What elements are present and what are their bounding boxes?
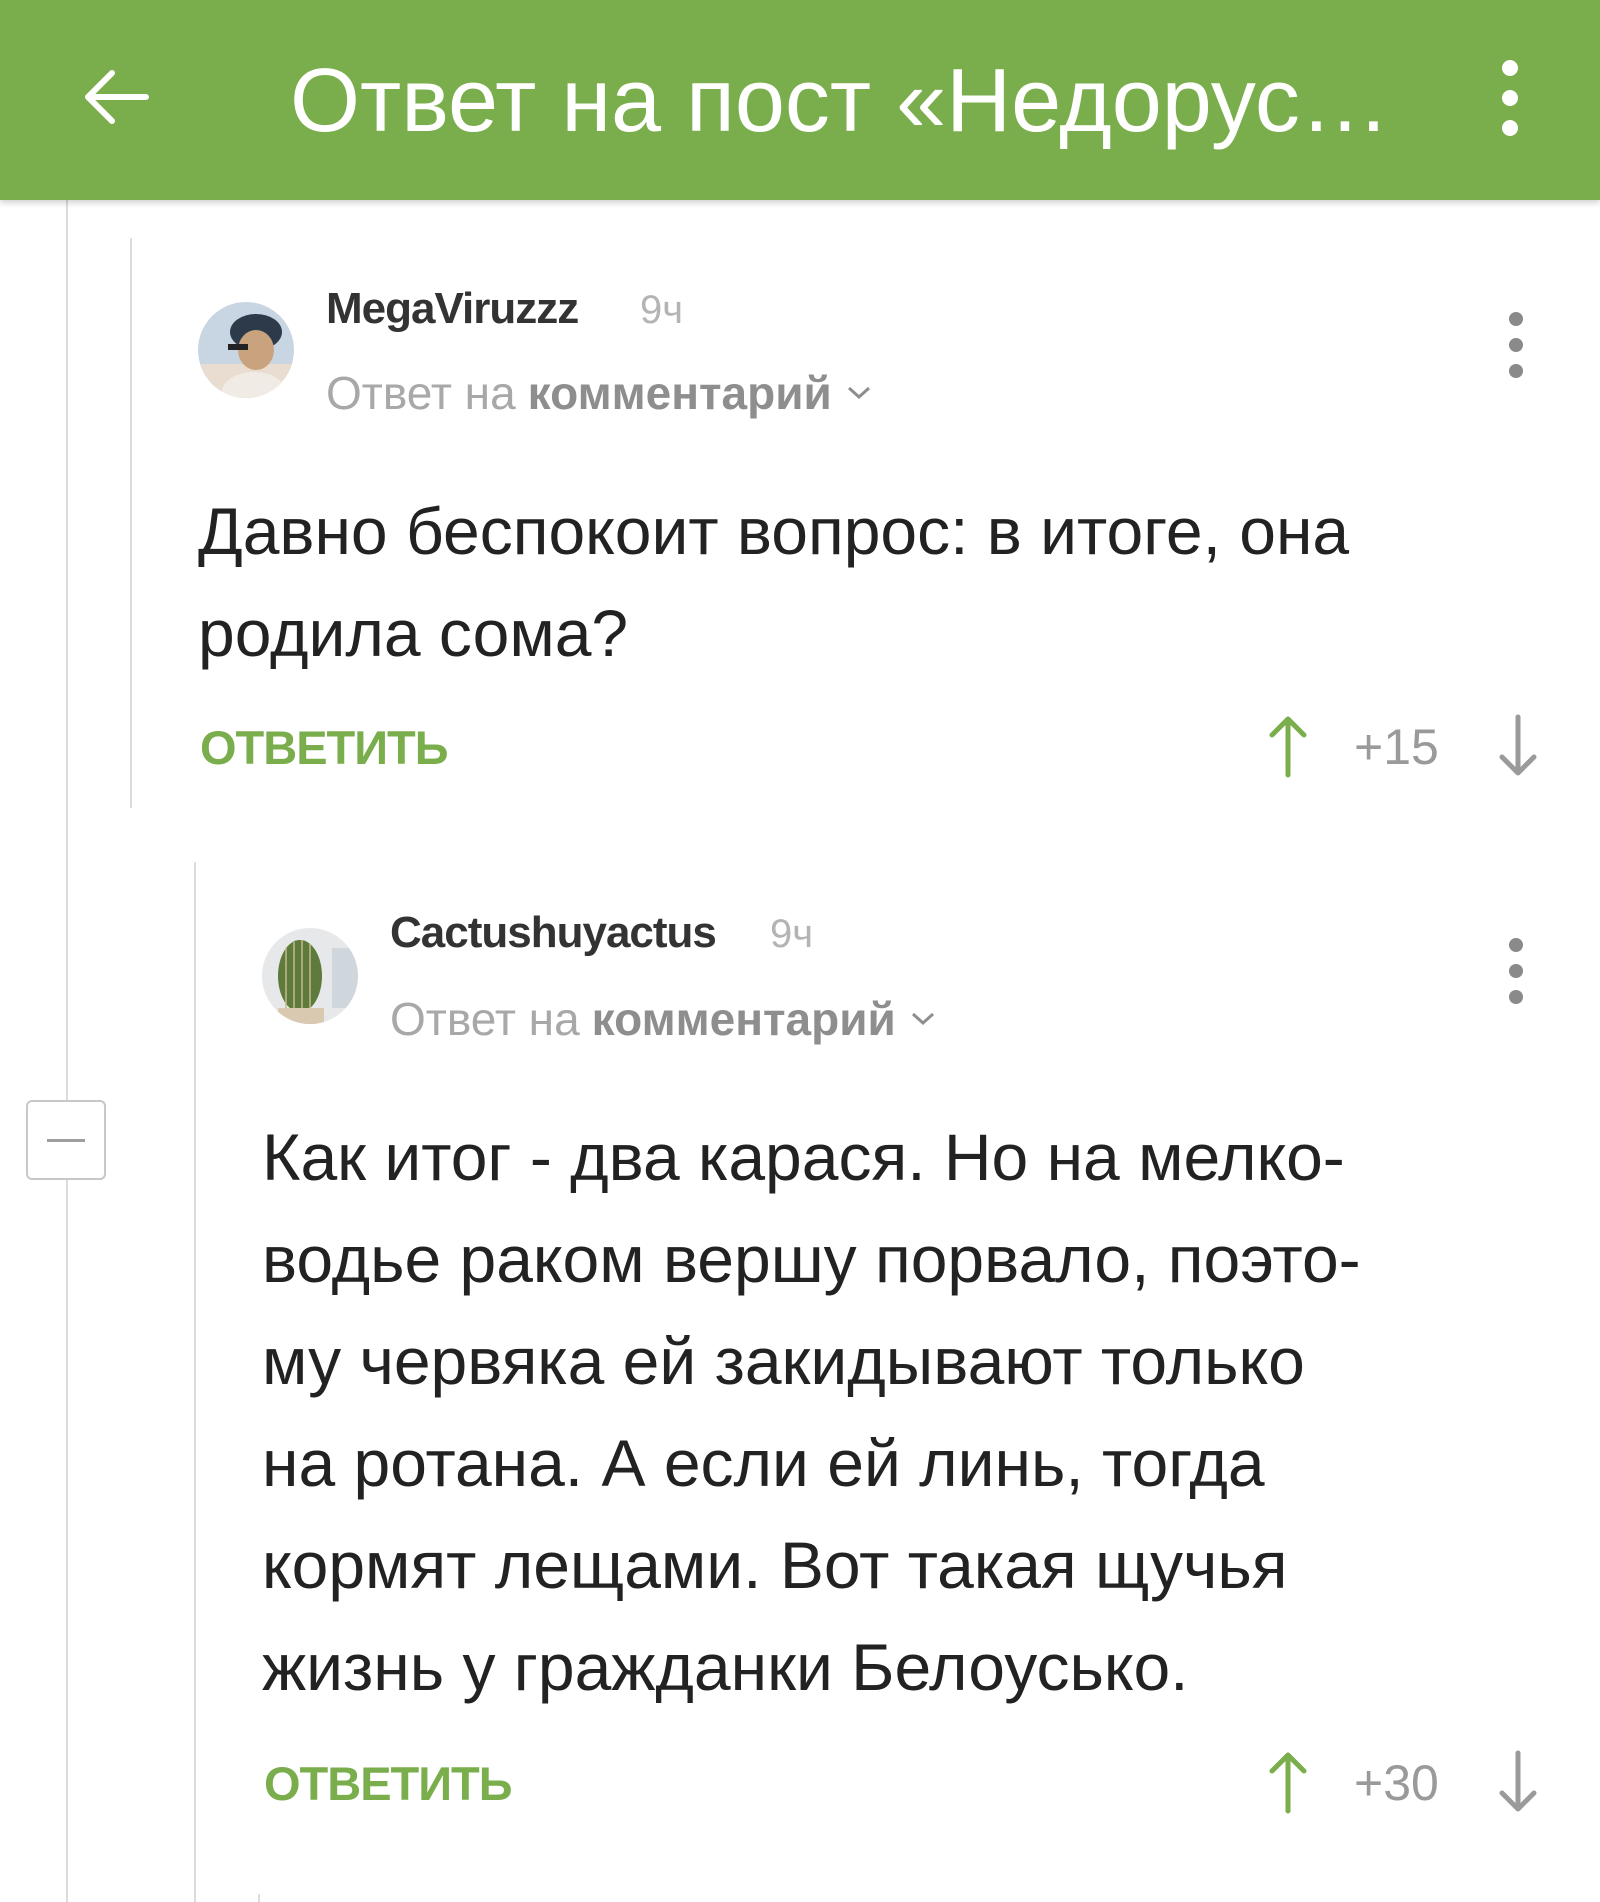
- comment-author[interactable]: Cactushuyactus: [390, 908, 717, 958]
- comment-line: Давно беспокоит вопрос: в итоге, она: [198, 494, 1350, 568]
- more-vert-icon-dot: [1509, 964, 1523, 978]
- reply-to-prefix: Ответ на: [390, 993, 580, 1045]
- more-vert-icon-dot: [1509, 990, 1523, 1004]
- arrow-up-icon: [1269, 716, 1307, 778]
- more-vert-icon: [1509, 938, 1523, 952]
- comment-line: Как итог - два карася. Но на мелко-: [262, 1120, 1345, 1194]
- comment-line: жизнь у гражданки Белоусько.: [262, 1630, 1189, 1704]
- comment-menu-button[interactable]: [1496, 300, 1536, 390]
- arrow-down-icon: [1499, 714, 1537, 776]
- comment-author[interactable]: MegaViruzzz: [326, 284, 579, 334]
- comment-line: родила сома?: [198, 596, 629, 670]
- downvote-button[interactable]: [1488, 1742, 1548, 1822]
- arrow-left-icon: [85, 70, 149, 124]
- more-menu-button[interactable]: [1470, 48, 1550, 148]
- reply-to-prefix: Ответ на: [326, 367, 516, 419]
- downvote-button[interactable]: [1488, 706, 1548, 786]
- upvote-button[interactable]: [1258, 1742, 1318, 1822]
- more-vert-icon: [1502, 60, 1518, 76]
- comment-time: 9ч: [770, 912, 814, 956]
- reply-button[interactable]: ОТВЕТИТЬ: [200, 720, 449, 775]
- comment-line: водье раком вершу порвало, поэто-: [262, 1222, 1361, 1296]
- more-vert-icon-dot: [1509, 338, 1523, 352]
- reply-to-link[interactable]: комментарий: [528, 366, 832, 420]
- comment-menu-button[interactable]: [1496, 926, 1536, 1016]
- comment-time: 9ч: [640, 288, 684, 332]
- comment-line: на ротана. А если ей линь, тогда: [262, 1426, 1265, 1500]
- rating-value: +15: [1354, 719, 1439, 775]
- comment-body: Давно беспокоит вопрос: в итоге, она род…: [198, 480, 1538, 684]
- rating-value: +30: [1354, 1755, 1439, 1811]
- thread-line-level-1: [130, 238, 132, 808]
- reply-to-link[interactable]: комментарий: [592, 992, 896, 1046]
- arrow-up-icon: [1269, 1752, 1307, 1814]
- thread-line-next: [258, 1894, 260, 1902]
- chevron-down-icon: [847, 386, 870, 400]
- reply-button[interactable]: ОТВЕТИТЬ: [264, 1756, 513, 1811]
- reply-to[interactable]: Ответ на комментарий: [326, 366, 872, 420]
- back-button[interactable]: [70, 52, 160, 142]
- more-vert-icon-dot: [1509, 364, 1523, 378]
- more-vert-icon: [1509, 312, 1523, 326]
- more-vert-icon-dot: [1502, 90, 1518, 106]
- collapse-thread-button[interactable]: [26, 1100, 106, 1180]
- comment-line: му червяка ей закидывают только: [262, 1324, 1305, 1398]
- avatar[interactable]: [198, 302, 294, 398]
- minus-icon: [47, 1138, 85, 1142]
- reply-to[interactable]: Ответ на комментарий: [390, 992, 936, 1046]
- app-bar: Ответ на пост «Недорус…: [0, 0, 1600, 200]
- comment-body: Как итог - два карася. Но на мелко- водь…: [262, 1106, 1562, 1718]
- thread-line-level-2: [194, 862, 196, 1902]
- chevron-down-icon: [911, 1012, 934, 1026]
- thread-line-outer: [66, 200, 68, 1902]
- avatar[interactable]: [262, 928, 358, 1024]
- arrow-down-icon: [1499, 1750, 1537, 1812]
- more-vert-icon-dot: [1502, 120, 1518, 136]
- page-title: Ответ на пост «Недорус…: [290, 51, 1390, 151]
- comment-line: кормят лещами. Вот такая щучья: [262, 1528, 1288, 1602]
- upvote-button[interactable]: [1258, 706, 1318, 786]
